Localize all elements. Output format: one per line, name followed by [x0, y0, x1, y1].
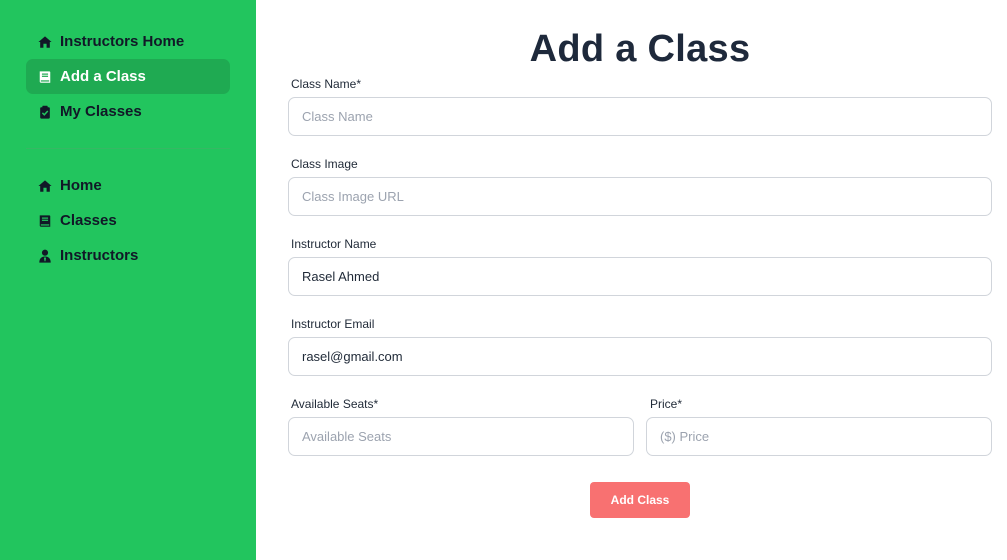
sidebar-divider	[26, 148, 230, 149]
nav-my-classes[interactable]: My Classes	[26, 94, 230, 129]
book-icon	[38, 70, 52, 84]
nav-label: Add a Class	[60, 68, 146, 85]
add-class-button[interactable]: Add Class	[590, 482, 690, 518]
class-image-input[interactable]	[288, 177, 992, 216]
page-title: Add a Class	[529, 28, 751, 70]
nav-instructors-home[interactable]: Instructors Home	[26, 24, 230, 59]
sidebar: Instructors Home Add a Class My Classes …	[0, 0, 256, 560]
instructor-name-label: Instructor Name	[291, 237, 377, 251]
available-seats-input[interactable]	[288, 417, 634, 456]
main-content: Add a Class Class Name* Class Image Inst…	[256, 0, 1007, 560]
clipboard-check-icon	[38, 105, 52, 119]
user-tie-icon	[38, 249, 52, 263]
nav-label: Instructors	[60, 247, 139, 264]
home-icon	[38, 35, 52, 49]
nav-label: Instructors Home	[60, 33, 185, 50]
instructor-email-label: Instructor Email	[291, 317, 375, 331]
instructor-email-input[interactable]	[288, 337, 992, 376]
instructor-name-input[interactable]	[288, 257, 992, 296]
price-label: Price*	[650, 397, 683, 411]
nav-classes[interactable]: Classes	[26, 203, 230, 238]
available-seats-label: Available Seats*	[291, 397, 379, 411]
nav-home[interactable]: Home	[26, 168, 230, 203]
price-input[interactable]	[646, 417, 992, 456]
nav-label: Home	[60, 177, 102, 194]
nav-label: Classes	[60, 212, 117, 229]
nav-label: My Classes	[60, 103, 142, 120]
class-image-label: Class Image	[291, 157, 358, 171]
class-name-label: Class Name*	[291, 77, 362, 91]
book-icon	[38, 214, 52, 228]
class-name-input[interactable]	[288, 97, 992, 136]
home-icon	[38, 179, 52, 193]
nav-add-a-class[interactable]: Add a Class	[26, 59, 230, 94]
nav-instructors[interactable]: Instructors	[26, 238, 230, 273]
